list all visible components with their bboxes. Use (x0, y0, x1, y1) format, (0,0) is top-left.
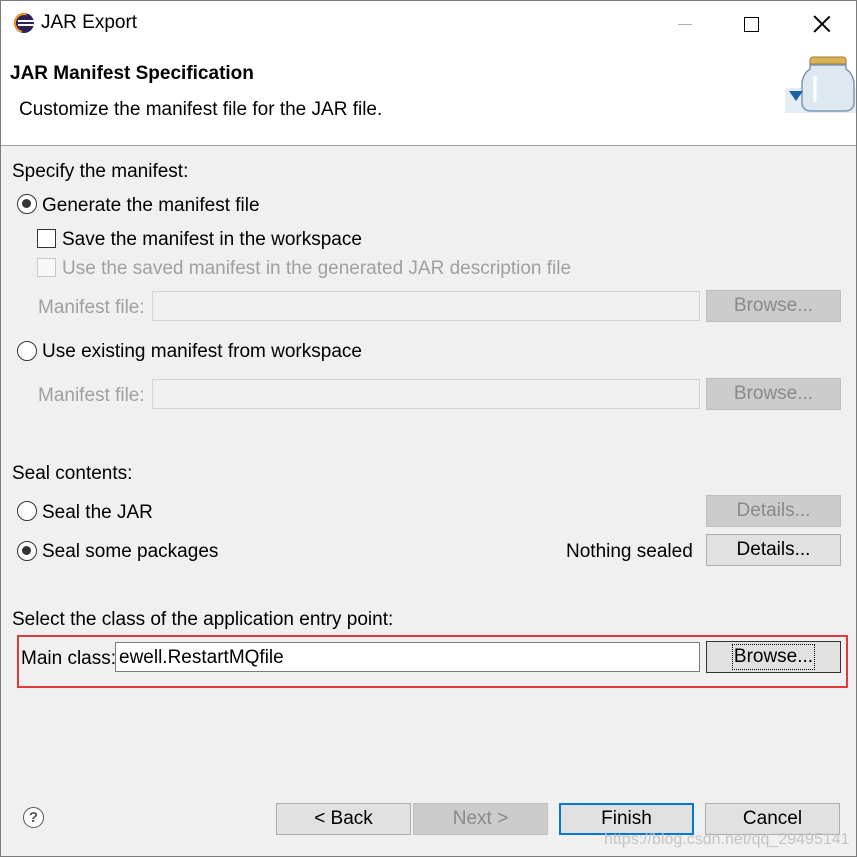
close-icon (813, 15, 831, 33)
existing-manifest-file-label: Manifest file: (38, 385, 145, 406)
existing-manifest-file-input[interactable] (152, 379, 700, 409)
manifest-file-input[interactable] (152, 291, 700, 321)
use-existing-manifest-radio[interactable] (17, 341, 37, 361)
window-title: JAR Export (41, 12, 138, 33)
maximize-button[interactable] (721, 1, 781, 47)
back-button[interactable]: < Back (276, 803, 411, 835)
save-manifest-label[interactable]: Save the manifest in the workspace (62, 229, 362, 251)
jar-icon (785, 56, 856, 113)
watermark: https://blog.csdn.net/qq_29495141 (604, 831, 850, 848)
generate-manifest-label[interactable]: Generate the manifest file (42, 195, 260, 217)
help-icon[interactable]: ? (23, 807, 44, 828)
existing-manifest-browse-button[interactable]: Browse... (706, 378, 841, 410)
manifest-section-label: Specify the manifest: (12, 161, 189, 182)
close-button[interactable] (792, 1, 852, 47)
maximize-icon (743, 16, 759, 32)
seal-section-label: Seal contents: (12, 463, 133, 484)
next-button[interactable]: Next > (413, 803, 548, 835)
eclipse-icon (14, 13, 34, 33)
minimize-icon (678, 23, 692, 25)
page-description: Customize the manifest file for the JAR … (19, 99, 383, 120)
use-saved-manifest-checkbox[interactable] (37, 258, 56, 277)
generate-manifest-radio[interactable] (17, 194, 37, 214)
seal-some-packages-label[interactable]: Seal some packages (42, 541, 218, 563)
main-class-label: Main class: (21, 648, 117, 669)
jar-export-dialog: JAR Export JAR Manifest Specification Cu… (0, 0, 857, 857)
wizard-banner: JAR Manifest Specification Customize the… (1, 47, 856, 146)
use-saved-manifest-label: Use the saved manifest in the generated … (62, 258, 572, 279)
manifest-browse-button[interactable]: Browse... (706, 290, 841, 322)
use-existing-manifest-label[interactable]: Use existing manifest from workspace (42, 341, 362, 363)
main-class-browse-button[interactable]: Browse... (706, 641, 841, 673)
entry-point-section-label: Select the class of the application entr… (12, 609, 394, 630)
minimize-button[interactable] (655, 1, 715, 47)
page-title: JAR Manifest Specification (10, 63, 254, 84)
save-manifest-checkbox[interactable] (37, 229, 56, 248)
main-class-input[interactable]: ewell.RestartMQfile (115, 642, 700, 672)
manifest-file-label: Manifest file: (38, 297, 145, 318)
seal-status-text: Nothing sealed (566, 541, 693, 562)
seal-jar-radio[interactable] (17, 501, 37, 521)
seal-some-packages-radio[interactable] (17, 541, 37, 561)
seal-some-details-button[interactable]: Details... (706, 534, 841, 566)
seal-jar-details-button[interactable]: Details... (706, 495, 841, 527)
title-bar: JAR Export (1, 1, 856, 47)
seal-jar-label[interactable]: Seal the JAR (42, 502, 153, 524)
